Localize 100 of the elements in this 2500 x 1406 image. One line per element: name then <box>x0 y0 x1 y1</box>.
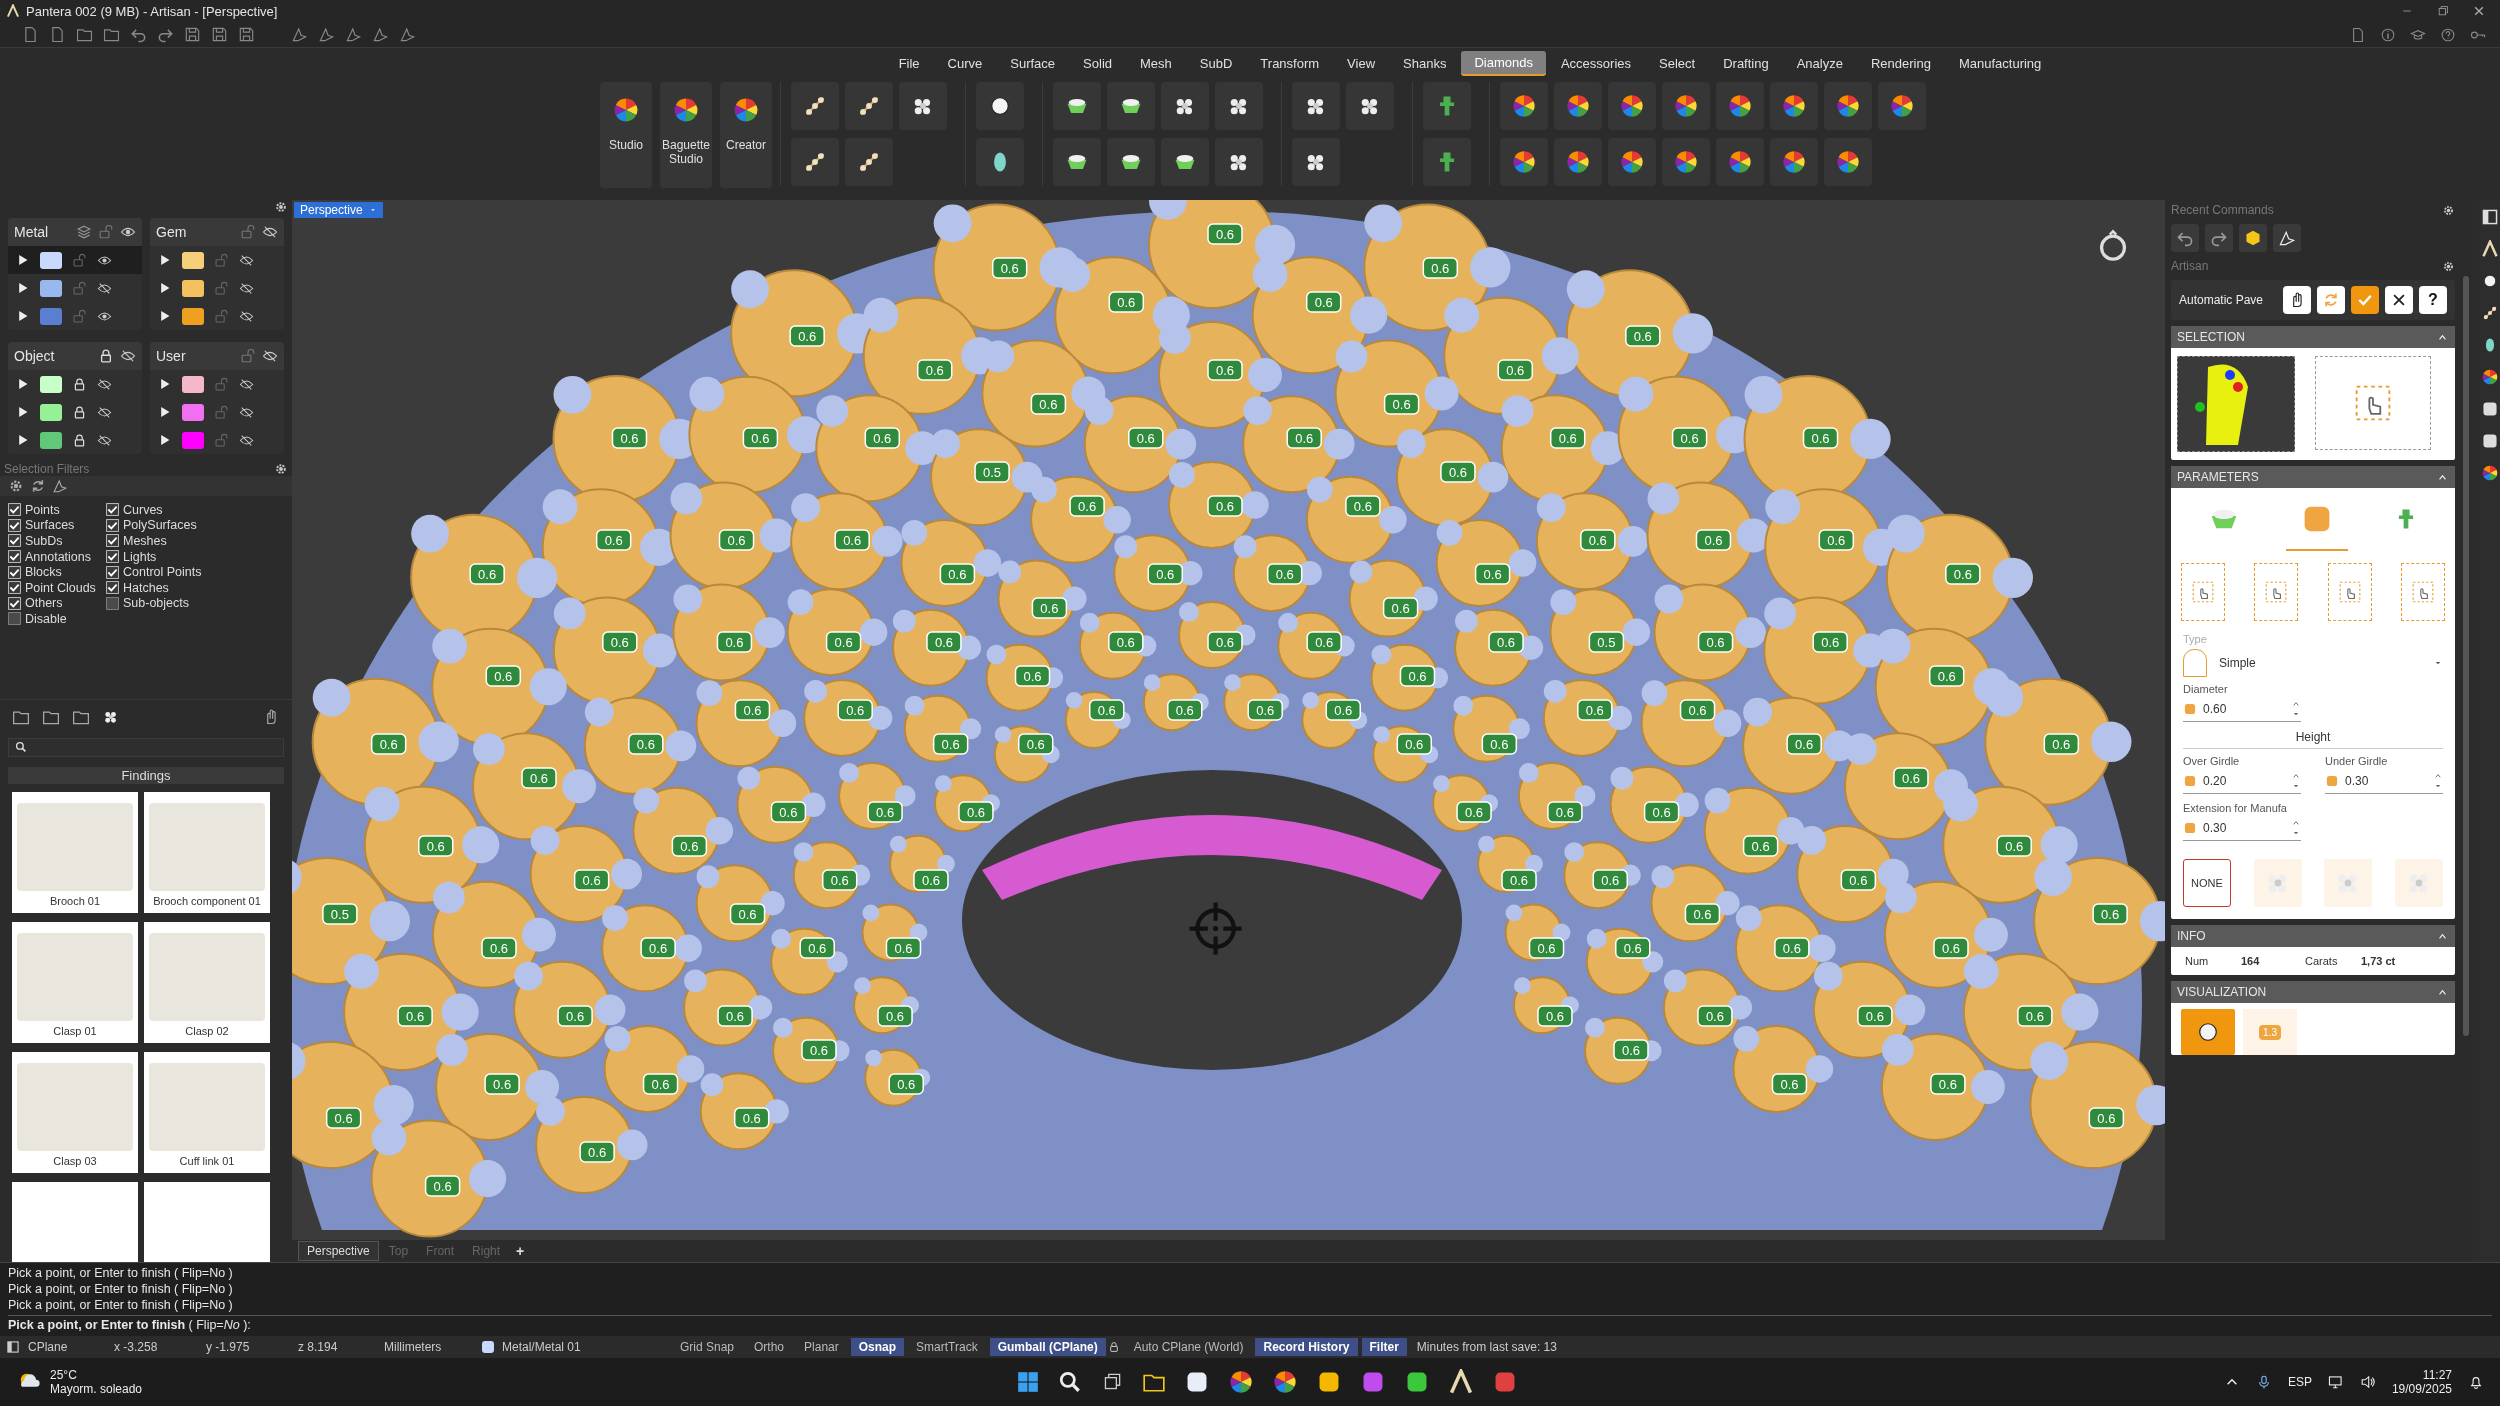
menu-tab[interactable]: Diamonds <box>1461 50 1546 76</box>
pattern-button[interactable]: NONE <box>2183 859 2231 907</box>
gem-size-label: 0.6 <box>1017 733 1054 755</box>
menu-tab[interactable]: Curve <box>934 51 996 75</box>
field-label: Type <box>2182 633 2208 645</box>
field-label: Diameter <box>2182 683 2229 695</box>
library-item[interactable]: Brooch component 01 <box>144 791 270 913</box>
gem-size-label: 0.6 <box>1108 291 1145 313</box>
status-toggle[interactable]: Auto CPlane (World) <box>1125 1338 1252 1356</box>
gem-size-label: 0.6 <box>1345 495 1381 517</box>
clock-time[interactable]: 11:27 <box>2422 1368 2452 1382</box>
checkbox-label: Annotations <box>25 549 92 564</box>
number-spinner[interactable]: 0.60 <box>2183 697 2301 722</box>
number-spinner[interactable]: 0.30 <box>2325 769 2443 794</box>
status-toggle[interactable]: Planar <box>796 1338 847 1356</box>
gem-size-label: 0.6 <box>1306 631 1342 653</box>
gem-size-label: 0.6 <box>1840 869 1877 891</box>
library-item[interactable]: Brooch 01 <box>12 791 138 913</box>
gem-size-label: 0.6 <box>1592 869 1628 891</box>
library-item[interactable]: Cuff link 01 <box>144 1051 270 1173</box>
cplane-label[interactable]: CPlane <box>20 1340 106 1354</box>
gem-size-label: 0.6 <box>521 767 557 789</box>
gem-size-label: 0.6 <box>1996 835 2032 857</box>
help-button[interactable]: ? <box>2419 286 2447 314</box>
gem-size-label: 0.6 <box>671 835 708 857</box>
menu-tab[interactable]: Transform <box>1247 51 1333 75</box>
checkbox-label: Others <box>25 596 63 611</box>
menu-tab[interactable]: Drafting <box>1710 51 1782 75</box>
status-toggle[interactable]: Gumball (CPlane) <box>989 1338 1106 1356</box>
save-info: Minutes from last save: 13 <box>1415 1340 1558 1354</box>
coordinate: x -3.258 <box>113 1340 159 1354</box>
viewport-title-tab[interactable]: Perspective <box>294 202 383 218</box>
gem-size-label: 0.6 <box>799 937 835 959</box>
gem-size-label: 0.6 <box>877 1005 913 1027</box>
gem-size-label: 0.6 <box>1031 597 1068 619</box>
gem-size-label: 0.6 <box>628 733 664 755</box>
spinner-value: 0.20 <box>2203 774 2228 788</box>
gem-size-label: 0.6 <box>485 665 522 687</box>
menu-tab[interactable]: Shanks <box>1390 51 1460 75</box>
gem-size-label: 0.6 <box>1440 461 1476 483</box>
number-spinner[interactable]: 0.20 <box>2183 769 2301 794</box>
gem-size-label: 0.6 <box>864 427 901 449</box>
gem-size-label: 0.6 <box>640 937 676 959</box>
gem-size-label: 0.6 <box>834 529 870 551</box>
menu-tab[interactable]: File <box>885 51 933 75</box>
coordinate: z 8.194 <box>297 1340 339 1354</box>
menu-tab[interactable]: Mesh <box>1127 51 1185 75</box>
gem-size-label: 0.6 <box>1014 665 1051 687</box>
gem-size-label: 0.6 <box>370 733 407 755</box>
menu-tab[interactable]: Surface <box>997 51 1069 75</box>
menu-tab[interactable]: Solid <box>1070 51 1125 75</box>
menu-tab[interactable]: SubD <box>1186 51 1246 75</box>
panel-title: Recent Commands <box>2171 203 2274 217</box>
gem-size-label: 0.6 <box>916 359 953 381</box>
section-subtitle: Height <box>2183 730 2443 749</box>
menu-tab[interactable]: Select <box>1646 51 1709 75</box>
status-toggle[interactable]: Filter <box>1361 1338 1407 1356</box>
library-item[interactable]: Clasp 02 <box>144 921 270 1043</box>
current-layer[interactable]: Metal/Metal 01 <box>494 1340 670 1354</box>
menu-tab[interactable]: View <box>1334 51 1389 75</box>
gem-size-label: 0.6 <box>484 1073 520 1095</box>
checkbox-label: Points <box>25 502 60 517</box>
command-prompt[interactable]: Pick a point, or Enter to finish ( Flip=No ): <box>8 1315 2492 1334</box>
clock-date[interactable]: 19/09/2025 <box>2391 1382 2452 1396</box>
menu-tab[interactable]: Manufacturing <box>1945 51 2055 75</box>
status-toggle[interactable]: Ortho <box>746 1338 793 1356</box>
menu-tab[interactable]: Analyze <box>1783 51 1856 75</box>
ribbon-large-button[interactable]: Studio <box>600 82 652 188</box>
library-item[interactable]: Clasp 03 <box>12 1051 138 1173</box>
gem-size-label: 0.6 <box>1382 597 1419 619</box>
gem-size-label: 0.6 <box>1802 427 1839 449</box>
status-toggle[interactable]: Grid Snap <box>672 1338 743 1356</box>
status-toggle[interactable]: Osnap <box>850 1338 905 1356</box>
section-title: VISUALIZATION <box>2177 985 2267 999</box>
language-indicator[interactable]: ESP <box>2287 1375 2312 1389</box>
units-label[interactable]: Millimeters <box>376 1340 482 1354</box>
status-toggle[interactable]: SmartTrack <box>908 1338 986 1356</box>
status-toggle[interactable]: Record History <box>1255 1338 1358 1356</box>
checkbox-label: Point Clouds <box>25 580 96 595</box>
weather-text: Mayorm. soleado <box>50 1382 143 1396</box>
viewport-tab[interactable]: Perspective <box>298 1241 379 1261</box>
gem-size-label: 0.6 <box>1547 801 1583 823</box>
add-view-button[interactable]: + <box>510 1242 531 1260</box>
info-value: 164 <box>2241 955 2261 967</box>
type-dropdown[interactable]: Simple <box>2219 656 2443 670</box>
ribbon-large-button[interactable]: Baguette Studio <box>660 82 712 188</box>
checkbox-label: Control Points <box>123 565 202 580</box>
gem-size-label: 0.6 <box>1108 631 1144 653</box>
gem-size-label: 0.6 <box>1818 529 1855 551</box>
library-item[interactable]: Clasp 01 <box>12 921 138 1043</box>
gem-size-label: 0.6 <box>1207 631 1243 653</box>
gem-size-label: 0.6 <box>825 631 862 653</box>
menu-tab[interactable]: Accessories <box>1547 51 1645 75</box>
section-title: SELECTION <box>2177 330 2245 344</box>
ribbon-large-button[interactable]: Creator <box>720 82 772 188</box>
number-spinner[interactable]: 0.30 <box>2183 816 2301 841</box>
menu-tab[interactable]: Rendering <box>1857 51 1944 75</box>
gem-size-label: 0.6 <box>1286 427 1322 449</box>
gem-size-label: 0.6 <box>418 835 454 857</box>
category-dropdown[interactable]: Findings <box>8 766 284 784</box>
